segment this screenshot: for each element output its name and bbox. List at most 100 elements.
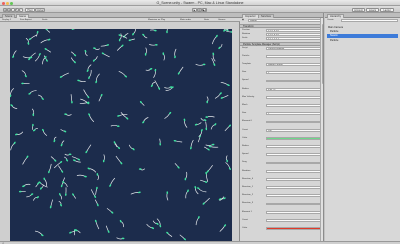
particle: [150, 82, 156, 87]
property-field[interactable]: 2: [266, 71, 321, 75]
object-icon: ▣: [242, 19, 245, 21]
game-view-panel: Scene Game Display 1 Free Aspect Scale M…: [0, 13, 240, 241]
particle: [18, 190, 26, 193]
inspector-panel: Inspector Services ▣ Swarm Transform Pos…: [240, 13, 324, 241]
create-dropdown[interactable]: Create: [327, 19, 334, 22]
property-row: Reaction_3: [242, 202, 321, 206]
stats-toggle[interactable]: Stats: [204, 19, 209, 21]
pivot-toggle[interactable]: Pivot: [25, 7, 35, 12]
property-field[interactable]: [266, 153, 321, 157]
property-field[interactable]: [266, 136, 321, 140]
layers-dropdown[interactable]: Layers: [366, 7, 379, 12]
window-title: G_Scene.unity - Swarm - PC, Mac & Linux …: [156, 1, 244, 5]
particle: [26, 193, 34, 198]
property-row: Color: [242, 137, 321, 140]
property-field[interactable]: ParticleTemplate: [266, 46, 321, 50]
property-field[interactable]: [266, 145, 321, 148]
component-header[interactable]: Particle Template Manager (Script): [240, 42, 323, 46]
particle: [212, 34, 218, 45]
particle: [60, 129, 67, 133]
property-field[interactable]: [266, 95, 321, 99]
property-field[interactable]: [266, 218, 321, 222]
property-field[interactable]: 2: [266, 112, 321, 116]
tab-hierarchy[interactable]: Hierarchy: [327, 13, 345, 18]
object-name-row: ▣ Swarm: [242, 19, 321, 23]
account-dropdown[interactable]: Account: [352, 7, 365, 12]
particle: [179, 234, 186, 241]
particle: [71, 51, 77, 57]
particle: [177, 66, 184, 75]
property-row: Reaction_1: [242, 186, 321, 189]
particle: [149, 43, 158, 46]
inspector-scroll-thumb[interactable]: [321, 24, 323, 84]
property-label: Reaction_1: [242, 185, 254, 188]
rect-tool-button[interactable]: ▢: [19, 7, 23, 12]
layout-dropdown[interactable]: Layout: [380, 7, 394, 12]
property-field[interactable]: [266, 194, 321, 198]
particle: [174, 163, 180, 169]
game-viewport[interactable]: [10, 29, 232, 241]
property-field[interactable]: [266, 177, 321, 181]
global-toggle[interactable]: Global: [35, 7, 45, 12]
display-dropdown[interactable]: Display 1: [2, 19, 11, 21]
particle: [195, 63, 206, 66]
aspect-dropdown[interactable]: Free Aspect: [20, 19, 32, 21]
step-button[interactable]: ▶❚: [202, 7, 207, 12]
hierarchy-item[interactable]: Particle: [327, 39, 398, 43]
property-field[interactable]: [266, 120, 321, 124]
property-row: Particle: [242, 55, 321, 58]
tab-inspector[interactable]: Inspector: [242, 13, 259, 18]
property-field[interactable]: [266, 202, 321, 206]
object-name-field[interactable]: Swarm: [248, 19, 321, 23]
hierarchy-search-input[interactable]: [341, 19, 398, 23]
property-label: Template: [242, 62, 251, 65]
property-field[interactable]: [266, 186, 321, 189]
property-field[interactable]: 200: [266, 128, 321, 132]
transform-header[interactable]: Transform: [240, 24, 323, 28]
particle: [64, 156, 69, 162]
particle: [34, 53, 41, 62]
particle: [32, 123, 34, 130]
property-field[interactable]: 0.05 75: [266, 87, 321, 91]
particle: [88, 113, 95, 122]
property-field[interactable]: [266, 54, 321, 58]
particle: [153, 68, 157, 78]
property-field[interactable]: [266, 227, 321, 230]
transform-field[interactable]: X 0 Y 0 Z 0: [266, 28, 321, 32]
particle: [162, 52, 165, 61]
maximize-on-play-toggle[interactable]: Maximize on Play: [148, 19, 165, 21]
hierarchy-panel: Hierarchy Create Main Camera Particle Swar…: [325, 13, 400, 241]
particle: [69, 230, 76, 234]
game-view-toolbar: Display 1 Free Aspect Scale Maximize on …: [0, 18, 240, 22]
property-row: Count: [242, 219, 321, 222]
transform-field[interactable]: X 1 Y 1 Z 1: [266, 37, 321, 40]
property-label: Size: [242, 71, 247, 74]
transform-field[interactable]: X 0 Y 0 Z 0: [266, 32, 321, 36]
transform-label: Position: [242, 28, 250, 31]
property-row: Size 2: [242, 71, 321, 75]
property-field[interactable]: [266, 79, 321, 83]
mute-audio-toggle[interactable]: Mute audio: [180, 19, 191, 21]
particle: [159, 138, 162, 146]
particle: [204, 146, 210, 151]
property-row: Speed: [242, 153, 321, 157]
property-row: Drag: [242, 161, 321, 165]
particle: [44, 48, 51, 53]
property-field[interactable]: [266, 104, 321, 107]
property-row: Script ParticleTemplate: [242, 47, 321, 50]
property-row: Size 2: [242, 112, 321, 116]
property-field[interactable]: [266, 161, 321, 165]
property-field[interactable]: [266, 210, 321, 214]
property-field[interactable]: [266, 169, 321, 173]
particle: [210, 123, 217, 130]
property-field[interactable]: Swarm Particle: [266, 63, 321, 66]
particle: [114, 144, 121, 150]
particle: [15, 131, 24, 136]
tab-services[interactable]: Services: [258, 13, 274, 18]
particle: [218, 44, 223, 50]
transform-row: Scale X 1 Y 1 Z 1: [242, 37, 321, 40]
gizmos-dropdown[interactable]: Gizmos: [218, 19, 225, 21]
inspector-scrollbar[interactable]: [320, 18, 323, 241]
particle: [150, 29, 157, 32]
scale-slider[interactable]: Scale: [42, 19, 47, 21]
